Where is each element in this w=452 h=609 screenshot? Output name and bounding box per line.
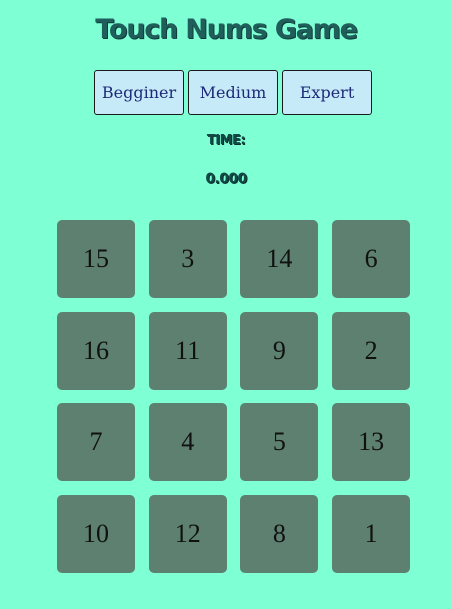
- number-tile[interactable]: 6: [332, 220, 411, 298]
- number-tile[interactable]: 15: [57, 220, 135, 298]
- number-tile[interactable]: 10: [57, 495, 135, 574]
- medium-button[interactable]: Medium: [188, 70, 278, 115]
- time-value: 0.000: [205, 171, 247, 187]
- number-tile[interactable]: 12: [148, 495, 227, 574]
- beginner-button[interactable]: Begginer: [94, 70, 184, 115]
- number-tile[interactable]: 4: [148, 403, 227, 482]
- number-tile[interactable]: 2: [332, 311, 411, 390]
- number-tile[interactable]: 13: [332, 403, 411, 482]
- number-tile[interactable]: 5: [240, 403, 319, 482]
- number-tile[interactable]: 3: [148, 220, 227, 298]
- number-tile[interactable]: 14: [240, 220, 319, 298]
- time-label: TIME:: [206, 133, 246, 148]
- number-tile[interactable]: 1: [332, 495, 411, 574]
- game-title: Touch Nums Game: [95, 14, 358, 45]
- level-selector: Begginer Medium Expert: [94, 70, 372, 115]
- number-board: 15 3 14 6 16 11 9 2 7 4 5 13 10 12 8 1: [57, 220, 411, 574]
- expert-button[interactable]: Expert: [282, 70, 372, 115]
- number-tile[interactable]: 8: [240, 495, 319, 574]
- number-tile[interactable]: 11: [148, 311, 227, 390]
- number-tile[interactable]: 9: [240, 311, 319, 390]
- number-tile[interactable]: 16: [57, 311, 135, 390]
- number-tile[interactable]: 7: [57, 403, 135, 482]
